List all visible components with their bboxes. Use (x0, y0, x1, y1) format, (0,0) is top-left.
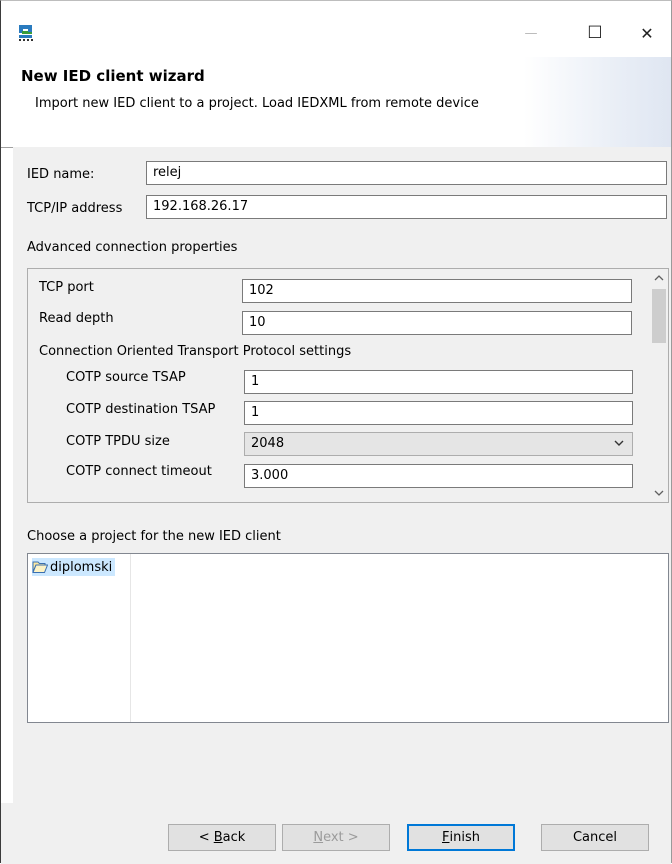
back-button[interactable]: < Back (168, 824, 276, 851)
scroll-down-arrow-icon[interactable] (650, 484, 668, 502)
scroll-up-arrow-icon[interactable] (650, 269, 668, 287)
finish-button[interactable]: Finish (407, 824, 515, 851)
folder-open-icon (32, 560, 49, 574)
tcp-port-label: TCP port (39, 280, 94, 295)
tcp-ip-input[interactable]: 192.168.26.17 (146, 195, 667, 219)
project-tree[interactable]: diplomski (27, 553, 669, 723)
maximize-icon: ☐ (587, 23, 603, 43)
maximize-button[interactable]: ☐ (573, 15, 617, 51)
minimize-button[interactable]: — (509, 15, 553, 51)
cotp-connect-timeout-input[interactable]: 3.000 (244, 464, 633, 488)
project-tree-column (28, 554, 131, 722)
close-button[interactable]: ✕ (625, 15, 669, 51)
finish-button-label: inish (449, 830, 480, 845)
tcp-port-input[interactable]: 102 (242, 279, 632, 303)
wizard-title: New IED client wizard (21, 67, 205, 85)
cotp-tpdu-size-select[interactable]: 2048 (244, 432, 633, 456)
cotp-source-tsap-label: COTP source TSAP (66, 370, 186, 385)
cotp-source-tsap-input[interactable]: 1 (244, 370, 633, 394)
ied-name-input[interactable]: relej (146, 161, 667, 185)
next-button-mnemonic: N (313, 830, 324, 845)
ied-name-label: IED name: (27, 167, 95, 182)
cotp-destination-tsap-input[interactable]: 1 (244, 401, 633, 425)
chevron-down-icon (614, 435, 624, 455)
advanced-scrollbar[interactable] (650, 269, 668, 502)
advanced-section-label: Advanced connection properties (27, 240, 238, 255)
next-button[interactable]: Next > (282, 824, 390, 851)
tree-item-diplomski[interactable]: diplomski (32, 558, 116, 576)
finish-button-mnemonic: F (442, 830, 450, 845)
app-icon (18, 23, 36, 41)
cancel-button-label: Cancel (572, 830, 618, 845)
wizard-window: — ☐ ✕ New IED client wizard Import new I… (0, 0, 672, 864)
cotp-tpdu-size-value: 2048 (251, 436, 285, 451)
minimize-icon: — (524, 25, 538, 41)
cotp-connect-timeout-label: COTP connect timeout (66, 464, 212, 479)
advanced-properties-panel: TCP port 102 Read depth 10 Connection Or… (27, 268, 669, 503)
wizard-banner: New IED client wizard Import new IED cli… (1, 57, 671, 148)
read-depth-input[interactable]: 10 (242, 311, 632, 335)
close-icon: ✕ (640, 23, 654, 43)
scroll-thumb[interactable] (652, 289, 666, 343)
cotp-tpdu-size-label: COTP TPDU size (66, 434, 170, 449)
cancel-button[interactable]: Cancel (541, 824, 649, 851)
back-button-prefix: < (198, 830, 214, 845)
back-button-label: ack (222, 830, 246, 845)
next-button-label: ext > (323, 830, 359, 845)
project-section-label: Choose a project for the new IED client (27, 529, 281, 544)
cotp-destination-tsap-label: COTP destination TSAP (66, 402, 216, 417)
wizard-description: Import new IED client to a project. Load… (35, 96, 479, 111)
title-bar: — ☐ ✕ (1, 1, 671, 57)
wizard-content: IED name: relej TCP/IP address 192.168.2… (13, 147, 671, 803)
tree-item-label: diplomski (50, 559, 113, 575)
tcp-ip-label: TCP/IP address (27, 201, 123, 216)
read-depth-label: Read depth (39, 311, 114, 326)
cotp-settings-heading: Connection Oriented Transport Protocol s… (39, 344, 352, 359)
back-button-mnemonic: B (213, 830, 223, 845)
